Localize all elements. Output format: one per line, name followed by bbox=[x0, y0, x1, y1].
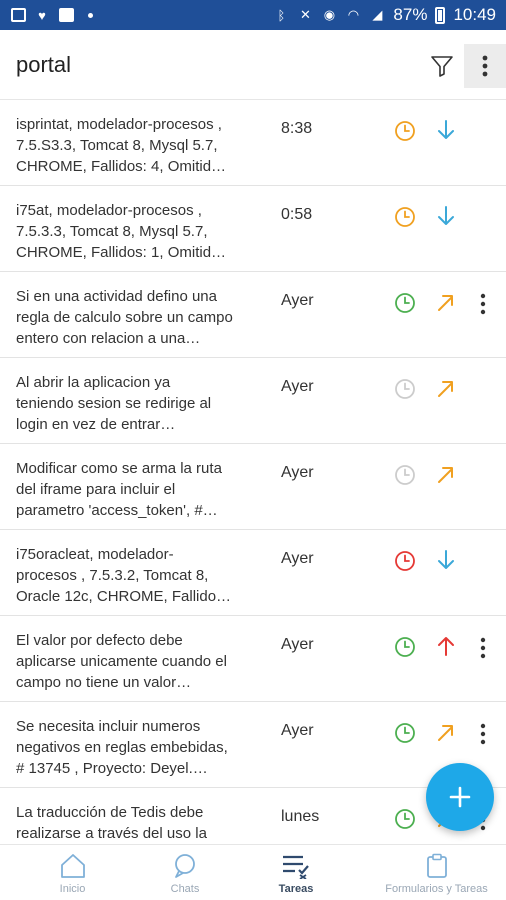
arrow-up-right-icon bbox=[438, 381, 453, 397]
arrow-up-right-icon bbox=[438, 725, 453, 741]
task-list: isprintat, modelador-procesos , 7.5.S3.3… bbox=[0, 100, 506, 844]
task-description: i75at, modelador-procesos , 7.5.3.3, Tom… bbox=[16, 202, 227, 261]
signal-icon: ◢ bbox=[372, 7, 383, 22]
task-description: i75oracleat, modelador- procesos , 7.5.3… bbox=[16, 546, 232, 605]
wifi-icon: ◠ bbox=[347, 7, 360, 22]
add-task-button[interactable] bbox=[426, 763, 494, 831]
nav-item-chats[interactable]: Chats bbox=[145, 845, 225, 900]
more-vert-icon bbox=[482, 55, 488, 77]
task-time: Ayer bbox=[281, 722, 314, 739]
clock-time: 10:49 bbox=[453, 5, 496, 24]
arrow-down-icon bbox=[438, 550, 454, 569]
nav-item-formularios[interactable]: Formularios y Tareas bbox=[367, 845, 506, 900]
task-time: 8:38 bbox=[281, 120, 313, 137]
task-more-button[interactable] bbox=[472, 290, 494, 318]
clipboard-icon bbox=[426, 853, 447, 878]
arrow-down-icon bbox=[438, 206, 454, 225]
nav-label-chats: Chats bbox=[170, 883, 200, 895]
arrow-up-right-icon bbox=[438, 295, 453, 311]
status-clock-icon bbox=[395, 637, 415, 657]
page-title: portal bbox=[16, 51, 72, 77]
task-time: Ayer bbox=[281, 550, 314, 567]
task-time: Ayer bbox=[281, 378, 314, 395]
task-row[interactable]: i75oracleat, modelador- procesos , 7.5.3… bbox=[0, 530, 506, 616]
nav-item-inicio[interactable]: Inicio bbox=[0, 845, 145, 900]
tasks-icon bbox=[283, 855, 309, 879]
status-clock-icon bbox=[395, 293, 415, 313]
status-clock-icon bbox=[395, 551, 415, 571]
task-time: 0:58 bbox=[281, 206, 313, 223]
task-row[interactable]: isprintat, modelador-procesos , 7.5.S3.3… bbox=[0, 100, 506, 186]
more-vert-icon bbox=[480, 293, 486, 315]
mute-icon: ✕ bbox=[299, 7, 311, 22]
task-description: isprintat, modelador-procesos , 7.5.S3.3… bbox=[16, 116, 227, 175]
chat-icon bbox=[175, 854, 195, 878]
filter-button[interactable] bbox=[424, 48, 460, 84]
arrow-down-icon bbox=[438, 120, 454, 139]
task-time: Ayer bbox=[281, 464, 314, 481]
status-bar-notifications: ♥ bbox=[10, 7, 98, 23]
more-vert-icon bbox=[480, 723, 486, 745]
bluetooth-icon: ᛒ bbox=[277, 7, 286, 23]
data-saver-icon: ◉ bbox=[323, 7, 336, 22]
heart-app-icon: ♥ bbox=[38, 7, 46, 23]
task-description: Si en una actividad defino una regla de … bbox=[16, 288, 233, 347]
flipboard-icon bbox=[58, 7, 74, 23]
dot-icon bbox=[82, 7, 98, 23]
task-description: La traducción de Tedis debe realizarse a… bbox=[16, 804, 207, 842]
status-clock-icon bbox=[395, 121, 415, 141]
task-row[interactable]: Modificar como se arma la ruta del ifram… bbox=[0, 444, 506, 530]
arrow-up-icon bbox=[438, 637, 454, 656]
filter-icon bbox=[431, 56, 453, 77]
task-time: Ayer bbox=[281, 292, 314, 309]
nav-label-inicio: Inicio bbox=[59, 883, 86, 895]
task-row[interactable]: El valor por defecto debe aplicarse unic… bbox=[0, 616, 506, 702]
status-clock-icon bbox=[395, 207, 415, 227]
nav-label-tareas: Tareas bbox=[278, 883, 314, 895]
task-more-button[interactable] bbox=[472, 634, 494, 662]
task-description: Al abrir la aplicacion ya teniendo sesio… bbox=[16, 374, 212, 433]
task-description: El valor por defecto debe aplicarse unic… bbox=[16, 632, 227, 691]
battery-icon bbox=[435, 6, 446, 24]
status-clock-icon bbox=[395, 809, 415, 829]
arrow-up-right-icon bbox=[438, 467, 453, 483]
nav-label-formularios: Formularios y Tareas bbox=[385, 883, 488, 895]
task-time: lunes bbox=[281, 808, 320, 825]
app-bar: portal bbox=[0, 30, 506, 100]
more-options-button[interactable] bbox=[464, 44, 506, 88]
task-description: Modificar como se arma la ruta del ifram… bbox=[16, 460, 222, 519]
task-row[interactable]: Si en una actividad defino una regla de … bbox=[0, 272, 506, 358]
bottom-navigation: Inicio Chats Tareas Formularios y Tareas bbox=[0, 844, 506, 900]
task-description: Se necesita incluir numeros negativos en… bbox=[16, 718, 228, 777]
status-bar-system: ᛒ ✕ ◉ ◠ ◢ 87% 10:49 bbox=[273, 5, 496, 25]
status-clock-icon bbox=[395, 723, 415, 743]
task-row[interactable]: Al abrir la aplicacion ya teniendo sesio… bbox=[0, 358, 506, 444]
status-clock-icon bbox=[395, 379, 415, 399]
status-clock-icon bbox=[395, 465, 415, 485]
status-bar: ♥ ᛒ ✕ ◉ ◠ ◢ 87% 10:49 bbox=[0, 0, 506, 30]
task-more-button[interactable] bbox=[472, 720, 494, 748]
image-notification-icon bbox=[10, 7, 26, 23]
plus-icon bbox=[449, 786, 471, 808]
nav-item-tareas[interactable]: Tareas bbox=[225, 845, 367, 900]
task-time: Ayer bbox=[281, 636, 314, 653]
task-row[interactable]: Se necesita incluir numeros negativos en… bbox=[0, 702, 506, 788]
more-vert-icon bbox=[480, 637, 486, 659]
battery-percent: 87% bbox=[393, 5, 428, 24]
task-row[interactable]: i75at, modelador-procesos , 7.5.3.3, Tom… bbox=[0, 186, 506, 272]
home-icon bbox=[60, 854, 85, 878]
